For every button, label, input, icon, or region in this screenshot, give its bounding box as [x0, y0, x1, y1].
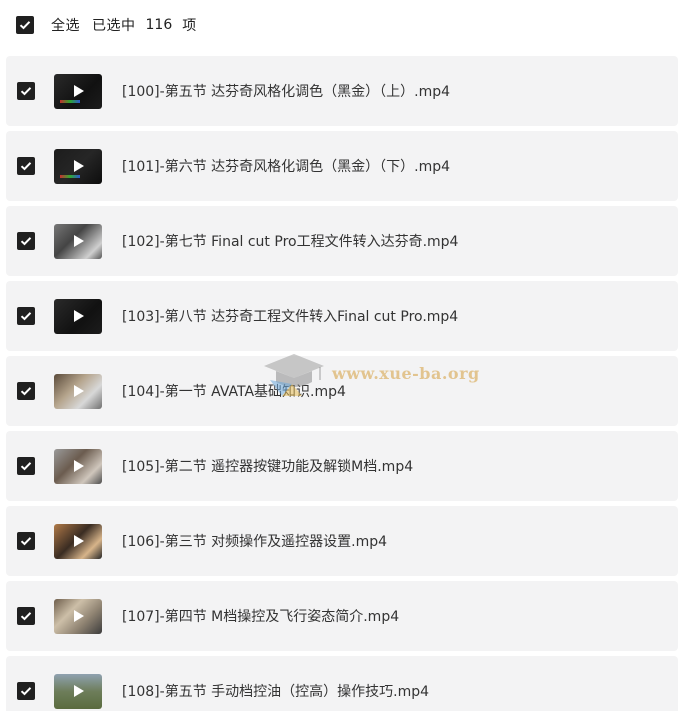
video-thumbnail[interactable]	[54, 598, 102, 634]
file-row[interactable]: [100]-第五节 达芬奇风格化调色（黑金）（上）.mp4	[6, 56, 678, 126]
video-thumbnail[interactable]	[54, 448, 102, 484]
file-name[interactable]: [103]-第八节 达芬奇工程文件转入Final cut Pro.mp4	[122, 306, 458, 326]
file-row[interactable]: [101]-第六节 达芬奇风格化调色（黑金）（下）.mp4	[6, 131, 678, 201]
file-row[interactable]: [108]-第五节 手动档控油（控高）操作技巧.mp4	[6, 656, 678, 711]
file-checkbox[interactable]	[17, 157, 35, 175]
check-icon	[20, 687, 32, 696]
file-name[interactable]: [102]-第七节 Final cut Pro工程文件转入达芬奇.mp4	[122, 231, 458, 251]
thumbnail-detail	[60, 99, 80, 103]
select-all-label[interactable]: 全选	[51, 15, 80, 35]
file-checkbox[interactable]	[17, 232, 35, 250]
video-thumbnail[interactable]	[54, 223, 102, 259]
check-icon	[20, 537, 32, 546]
file-checkbox[interactable]	[17, 82, 35, 100]
select-all-bar: 全选 已选中 116 项	[0, 0, 678, 50]
file-checkbox[interactable]	[17, 682, 35, 700]
check-icon	[20, 237, 32, 246]
check-icon	[20, 312, 32, 321]
file-row[interactable]: [102]-第七节 Final cut Pro工程文件转入达芬奇.mp4	[6, 206, 678, 276]
play-icon	[74, 85, 84, 97]
play-icon	[74, 235, 84, 247]
file-row[interactable]: [103]-第八节 达芬奇工程文件转入Final cut Pro.mp4	[6, 281, 678, 351]
thumbnail-detail	[60, 174, 80, 178]
play-icon	[74, 460, 84, 472]
check-icon	[19, 21, 31, 30]
file-checkbox[interactable]	[17, 382, 35, 400]
check-icon	[20, 462, 32, 471]
file-name[interactable]: [108]-第五节 手动档控油（控高）操作技巧.mp4	[122, 681, 429, 701]
selected-count: 116	[145, 17, 173, 33]
select-all-checkbox[interactable]	[16, 16, 34, 34]
play-icon	[74, 310, 84, 322]
file-name[interactable]: [106]-第三节 对频操作及遥控器设置.mp4	[122, 531, 387, 551]
file-selection-page: 全选 已选中 116 项 [100]-第五节 达芬奇风格化调色（黑金）（上）.m…	[0, 0, 678, 711]
check-icon	[20, 387, 32, 396]
video-thumbnail[interactable]	[54, 523, 102, 559]
file-checkbox[interactable]	[17, 307, 35, 325]
selected-status-label: 已选中	[92, 18, 136, 34]
file-name[interactable]: [101]-第六节 达芬奇风格化调色（黑金）（下）.mp4	[122, 156, 450, 176]
selected-unit: 项	[182, 18, 197, 34]
file-row[interactable]: [106]-第三节 对频操作及遥控器设置.mp4	[6, 506, 678, 576]
check-icon	[20, 612, 32, 621]
file-row[interactable]: [104]-第一节 AVATA基础知识.mp4	[6, 356, 678, 426]
file-checkbox[interactable]	[17, 532, 35, 550]
play-icon	[74, 385, 84, 397]
video-thumbnail[interactable]	[54, 73, 102, 109]
file-name[interactable]: [107]-第四节 M档操控及飞行姿态简介.mp4	[122, 606, 399, 626]
video-thumbnail[interactable]	[54, 148, 102, 184]
play-icon	[74, 160, 84, 172]
file-checkbox[interactable]	[17, 457, 35, 475]
file-row[interactable]: [105]-第二节 遥控器按键功能及解锁M档.mp4	[6, 431, 678, 501]
play-icon	[74, 610, 84, 622]
video-thumbnail[interactable]	[54, 373, 102, 409]
video-thumbnail[interactable]	[54, 673, 102, 709]
file-row[interactable]: [107]-第四节 M档操控及飞行姿态简介.mp4	[6, 581, 678, 651]
check-icon	[20, 87, 32, 96]
file-name[interactable]: [105]-第二节 遥控器按键功能及解锁M档.mp4	[122, 456, 413, 476]
check-icon	[20, 162, 32, 171]
play-icon	[74, 535, 84, 547]
file-checkbox[interactable]	[17, 607, 35, 625]
video-thumbnail[interactable]	[54, 298, 102, 334]
file-name[interactable]: [100]-第五节 达芬奇风格化调色（黑金）（上）.mp4	[122, 81, 450, 101]
play-icon	[74, 685, 84, 697]
file-name[interactable]: [104]-第一节 AVATA基础知识.mp4	[122, 381, 346, 401]
